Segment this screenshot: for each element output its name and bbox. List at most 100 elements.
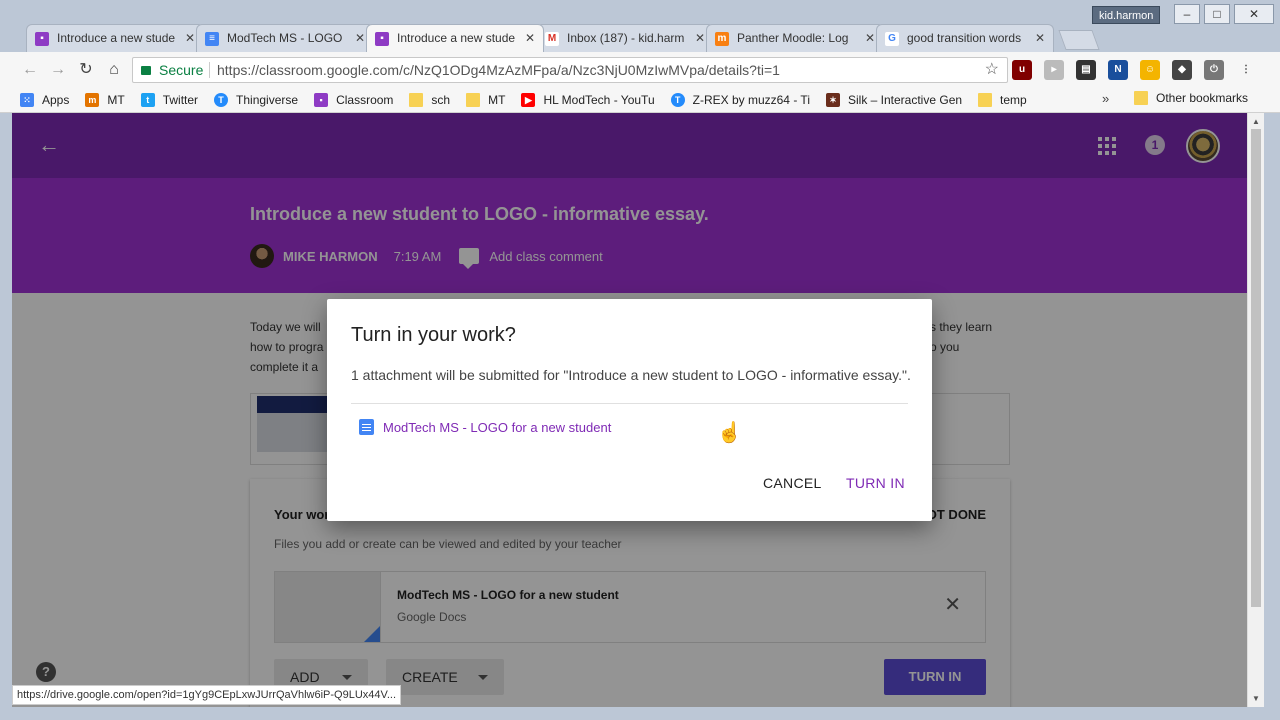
close-window-button[interactable]: ✕ <box>1234 4 1274 24</box>
cancel-button[interactable]: CANCEL <box>763 475 822 491</box>
hand-cursor-icon: ☝ <box>717 422 742 444</box>
close-tab-icon[interactable]: ✕ <box>695 25 705 52</box>
mt-icon: m <box>85 92 100 107</box>
film-icon[interactable]: ▤ <box>1076 60 1096 80</box>
tab-classroom-active[interactable]: ▪ Introduce a new stude ✕ <box>366 24 544 52</box>
bookmarks-bar: ⁙ Apps m MT t Twitter T Thingiverse ▪ Classro… <box>0 87 1280 113</box>
bookmark-label: MT <box>488 92 506 107</box>
folder-icon <box>1134 91 1148 105</box>
bookmark-apps[interactable]: ⁙ Apps <box>20 92 70 107</box>
close-tab-icon[interactable]: ✕ <box>525 25 535 52</box>
dialog-title: Turn in your work? <box>351 324 516 346</box>
window-border <box>0 707 1280 720</box>
classroom-icon: ▪ <box>35 32 49 46</box>
emoji-icon[interactable]: ☺ <box>1140 60 1160 80</box>
forward-icon[interactable]: → <box>48 60 68 80</box>
folder-icon <box>466 92 481 107</box>
extensions: u ▸ ▤ N ☺ ◆ ⏻ ⋮ <box>1012 60 1256 80</box>
bookmark-star-icon[interactable]: ☆ <box>985 58 999 82</box>
divider <box>351 403 908 404</box>
bookmark-tinkercad[interactable]: T Z-REX by muzz64 - Ti <box>670 92 810 107</box>
url-text[interactable]: https://classroom.google.com/c/NzQ1ODg4M… <box>217 58 780 82</box>
apps-grid-icon: ⁙ <box>20 92 34 107</box>
browser-toolbar: ← → ↻ ⌂ Secure https://classroom.google.… <box>0 52 1280 87</box>
bookmark-label: Thingiverse <box>236 92 299 107</box>
tab-docs[interactable]: ≡ ModTech MS - LOGO ✕ <box>196 24 374 52</box>
tab-strip: ▪ Introduce a new stude ✕ ≡ ModTech MS -… <box>26 24 1100 52</box>
back-icon[interactable]: ← <box>20 60 40 80</box>
folder-icon <box>409 92 424 107</box>
close-tab-icon[interactable]: ✕ <box>355 25 365 52</box>
bookmark-mt[interactable]: m MT <box>85 92 125 107</box>
bookmark-label: Apps <box>42 92 70 107</box>
twitter-icon: t <box>140 92 155 107</box>
silk-icon: ✶ <box>825 92 840 107</box>
ublock-icon[interactable]: u <box>1012 60 1032 80</box>
lock-icon <box>141 66 151 75</box>
bookmark-twitter[interactable]: t Twitter <box>140 92 199 107</box>
window-titlebar: kid.harmon – □ ✕ ▪ Introduce a new stude… <box>0 0 1280 52</box>
bookmark-silk[interactable]: ✶ Silk – Interactive Gen <box>825 92 963 107</box>
bookmarks-overflow-icon[interactable]: » <box>1102 91 1109 106</box>
confirm-turn-in-button[interactable]: TURN IN <box>846 475 905 491</box>
news-icon[interactable]: N <box>1108 60 1128 80</box>
bookmark-temp[interactable]: temp <box>978 92 1027 107</box>
close-tab-icon[interactable]: ✕ <box>1035 25 1045 52</box>
tab-classroom-1[interactable]: ▪ Introduce a new stude ✕ <box>26 24 204 52</box>
tab-label: Introduce a new stude <box>57 31 176 45</box>
new-tab-button[interactable] <box>1058 30 1100 50</box>
docs-icon <box>359 419 374 435</box>
classroom-icon: ▪ <box>375 32 389 46</box>
power-icon[interactable]: ⏻ <box>1204 60 1224 80</box>
bookmark-label: temp <box>1000 92 1027 107</box>
bookmark-mt-folder[interactable]: MT <box>466 92 506 107</box>
reload-icon[interactable]: ↻ <box>76 60 96 80</box>
thingiverse-icon: T <box>214 92 229 107</box>
close-tab-icon[interactable]: ✕ <box>865 25 875 52</box>
tab-label: Inbox (187) - kid.harm <box>567 31 685 45</box>
bookmark-label: MT <box>107 92 125 107</box>
window-controls: – □ ✕ <box>1174 4 1274 24</box>
profile-name[interactable]: kid.harmon <box>1092 6 1161 24</box>
dialog-attachment[interactable]: ModTech MS - LOGO for a new student <box>359 419 611 435</box>
gmail-icon: M <box>545 32 559 46</box>
home-icon[interactable]: ⌂ <box>104 60 124 80</box>
page-scrollbar[interactable]: ▲ ▼ <box>1247 113 1264 707</box>
secure-label: Secure <box>159 62 204 78</box>
youtube-icon: ▶ <box>521 92 536 107</box>
bookmark-classroom[interactable]: ▪ Classroom <box>314 92 394 107</box>
scrollbar-thumb[interactable] <box>1251 129 1261 607</box>
bookmark-label: sch <box>431 92 451 107</box>
bookmark-other[interactable]: Other bookmarks <box>1134 91 1248 105</box>
extension-icon[interactable]: ▸ <box>1044 60 1064 80</box>
maximize-button[interactable]: □ <box>1204 4 1230 24</box>
bookmark-label: Classroom <box>336 92 394 107</box>
link-status-bar: https://drive.google.com/open?id=1gYg9CE… <box>12 685 401 705</box>
bookmark-sch[interactable]: sch <box>409 92 451 107</box>
tab-gmail[interactable]: M Inbox (187) - kid.harm ✕ <box>536 24 714 52</box>
address-bar[interactable]: Secure https://classroom.google.com/c/Nz… <box>132 57 1008 83</box>
shield-icon[interactable]: ◆ <box>1172 60 1192 80</box>
scroll-up-icon[interactable]: ▲ <box>1252 117 1260 126</box>
tab-google-search[interactable]: G good transition words ✕ <box>876 24 1054 52</box>
divider <box>209 62 210 78</box>
window-border <box>0 113 12 707</box>
tab-label: good transition words <box>907 31 1022 45</box>
bookmark-youtube[interactable]: ▶ HL ModTech - YouTu <box>521 92 655 107</box>
docs-icon: ≡ <box>205 32 219 46</box>
moodle-icon: m <box>715 32 729 46</box>
bookmark-thingiverse[interactable]: T Thingiverse <box>214 92 299 107</box>
bookmark-label: Z-REX by muzz64 - Ti <box>692 92 810 107</box>
bookmark-label: Silk – Interactive Gen <box>847 92 963 107</box>
window-border <box>1264 113 1280 707</box>
dialog-message: 1 attachment will be submitted for "Intr… <box>351 367 911 383</box>
menu-icon[interactable]: ⋮ <box>1236 60 1256 80</box>
secure-indicator[interactable]: Secure <box>141 58 203 82</box>
close-tab-icon[interactable]: ✕ <box>185 25 195 52</box>
tab-moodle[interactable]: m Panther Moodle: Log ✕ <box>706 24 884 52</box>
scroll-down-icon[interactable]: ▼ <box>1252 694 1260 703</box>
minimize-button[interactable]: – <box>1174 4 1200 24</box>
bookmark-label: Twitter <box>162 92 199 107</box>
classroom-icon: ▪ <box>314 92 329 107</box>
bookmark-label: HL ModTech - YouTu <box>543 92 655 107</box>
